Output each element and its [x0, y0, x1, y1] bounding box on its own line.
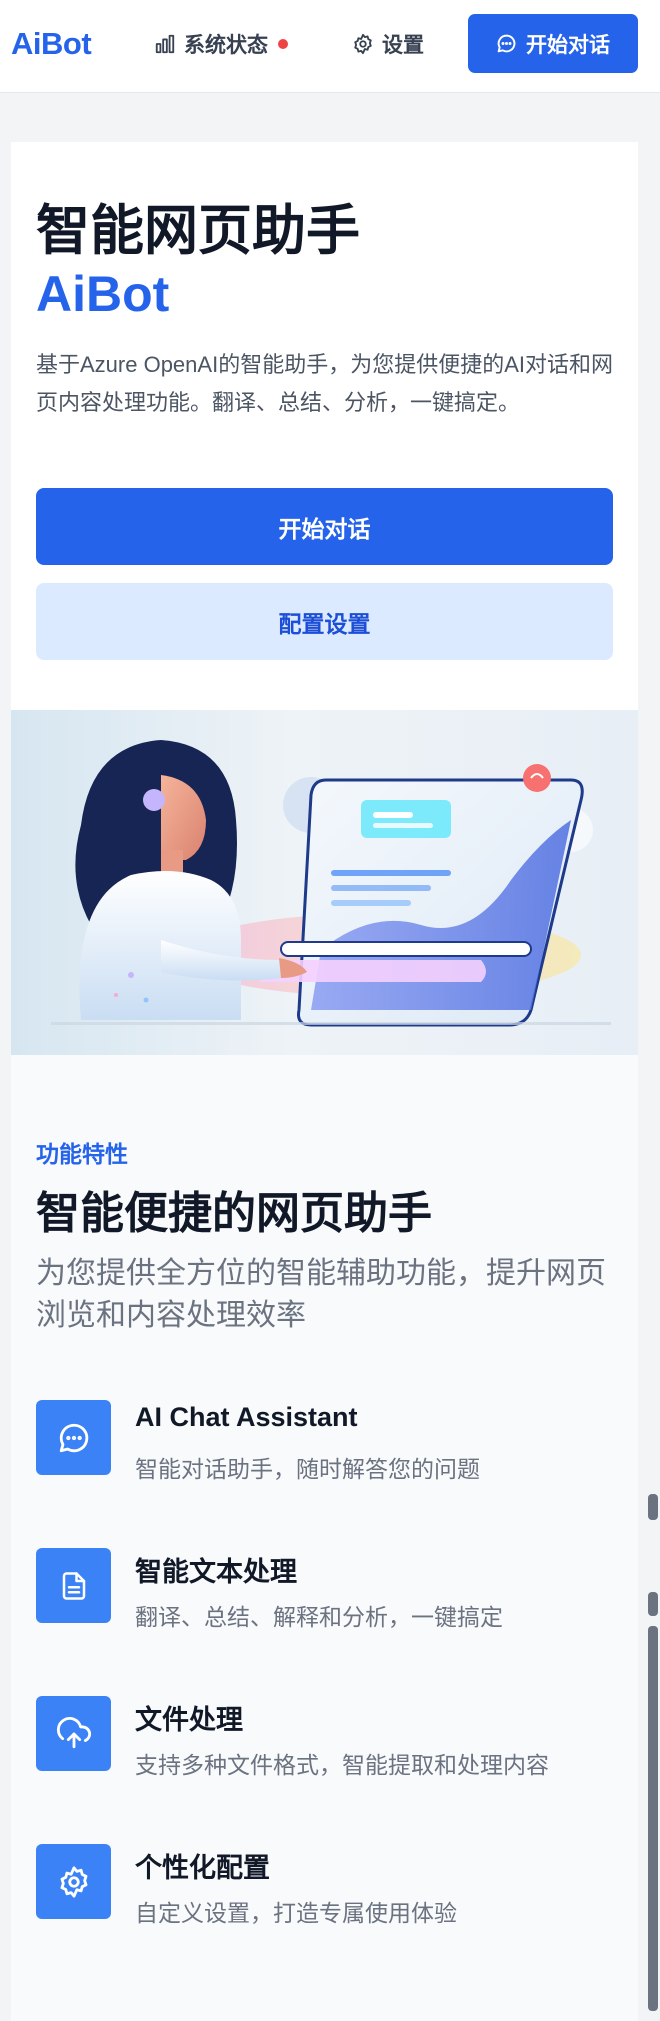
- feature-name: AI Chat Assistant: [135, 1402, 358, 1432]
- hero-description: 基于Azure OpenAI的智能助手，为您提供便捷的AI对话和网页内容处理功能…: [36, 352, 613, 415]
- start-chat-button[interactable]: 开始对话: [468, 14, 638, 73]
- system-status-label: 系统状态: [184, 34, 268, 57]
- feature-item-text: 智能文本处理 翻译、总结、解释和分析，一键搞定: [36, 1548, 626, 1630]
- hero-settings-button[interactable]: 配置设置: [36, 583, 613, 660]
- settings-label: 设置: [382, 34, 424, 57]
- page: AiBot 系统状态 设置 开始对话 智能网页助手 AiBot 基于Azure …: [0, 0, 660, 2021]
- feature-desc: 智能对话助手，随时解答您的问题: [135, 1456, 480, 1482]
- feature-desc: 翻译、总结、解释和分析，一键搞定: [135, 1604, 503, 1630]
- logo[interactable]: AiBot: [11, 26, 92, 62]
- upload-cloud-icon: [36, 1696, 111, 1771]
- chat-icon: [36, 1400, 111, 1475]
- gear-icon: [36, 1844, 111, 1919]
- document-icon: [36, 1548, 111, 1623]
- illustration-art: [51, 740, 611, 1027]
- hero-start-chat-button[interactable]: 开始对话: [36, 488, 613, 565]
- status-indicator-dot: [278, 39, 288, 49]
- features-section: 功能特性 智能便捷的网页助手 为您提供全方位的智能辅助功能，提升网页浏览和内容处…: [11, 1055, 638, 2021]
- gear-icon: [354, 33, 372, 55]
- feature-name: 个性化配置: [135, 1853, 270, 1883]
- chat-bubble-icon: [497, 34, 516, 53]
- system-status-link[interactable]: 系统状态: [154, 28, 288, 60]
- feature-item-file: 文件处理 支持多种文件格式，智能提取和处理内容: [36, 1696, 626, 1778]
- top-nav: AiBot 系统状态 设置 开始对话: [0, 0, 660, 93]
- hero-title: 智能网页助手: [36, 201, 360, 261]
- scrollbar-thumb-fragment[interactable]: [648, 1592, 658, 1616]
- feature-item-config: 个性化配置 自定义设置，打造专属使用体验: [36, 1844, 626, 1926]
- features-title: 智能便捷的网页助手: [36, 1189, 432, 1238]
- feature-name: 智能文本处理: [135, 1557, 297, 1587]
- hero-card: 智能网页助手 AiBot 基于Azure OpenAI的智能助手，为您提供便捷的…: [11, 142, 638, 710]
- scrollbar-thumb-fragment[interactable]: [648, 1494, 658, 1520]
- start-chat-label: 开始对话: [526, 33, 610, 57]
- feature-desc: 支持多种文件格式，智能提取和处理内容: [135, 1752, 549, 1778]
- feature-item-chat: AI Chat Assistant 智能对话助手，随时解答您的问题: [36, 1400, 626, 1482]
- scrollbar-thumb[interactable]: [648, 1626, 658, 2011]
- settings-link[interactable]: 设置: [352, 28, 424, 60]
- bar-chart-icon: [155, 34, 175, 54]
- ai-assistant-illustration: [11, 710, 638, 1055]
- hero-brand: AiBot: [36, 266, 170, 322]
- feature-name: 文件处理: [135, 1705, 243, 1735]
- features-subtitle: 为您提供全方位的智能辅助功能，提升网页浏览和内容处理效率: [36, 1257, 606, 1332]
- features-eyebrow: 功能特性: [36, 1141, 128, 1167]
- feature-desc: 自定义设置，打造专属使用体验: [135, 1900, 457, 1926]
